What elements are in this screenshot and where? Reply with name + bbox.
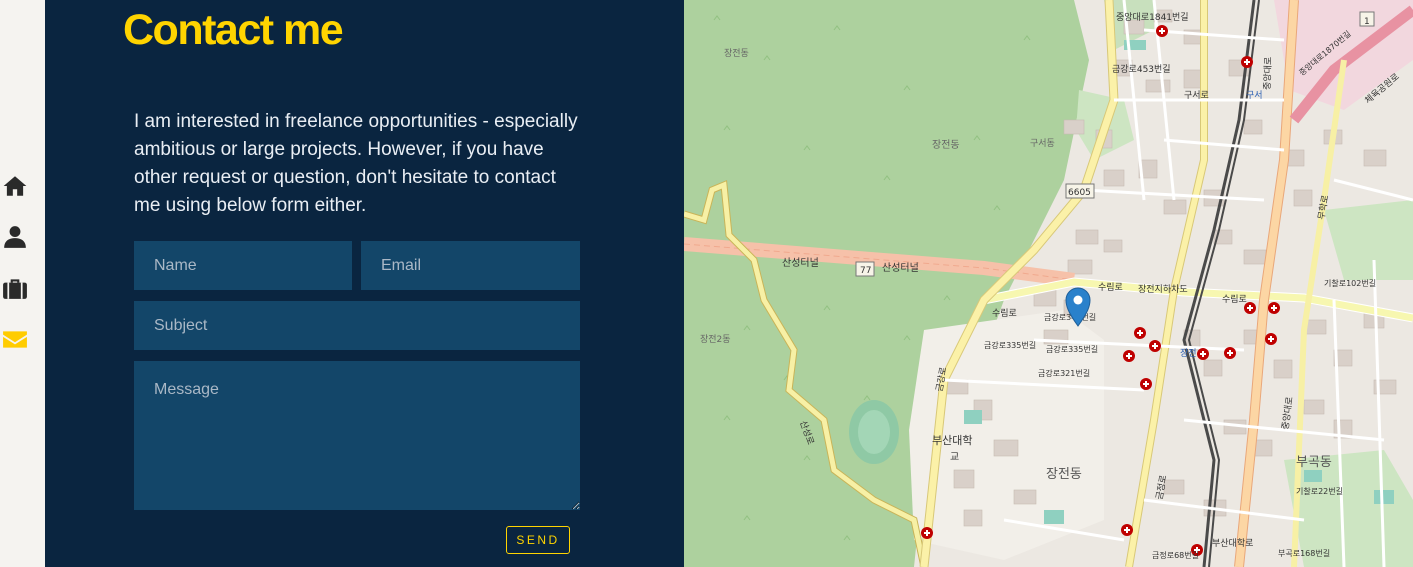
map-label: 수림로 [992, 307, 1017, 319]
map-label: 부곡로168번길 [1278, 549, 1330, 558]
map-label: 중앙대로1841번길 [1116, 11, 1189, 23]
contact-intro: I am interested in freelance opportuniti… [134, 111, 578, 216]
map-label: 산성터널 [782, 257, 819, 269]
map-label: 장전2동 [700, 334, 731, 345]
map-label: 장전 [1180, 348, 1197, 359]
map-canvas[interactable]: 중앙대로1841번길 금강로453번길 구서로 구서 구서동 장전동 장전동 산… [684, 0, 1413, 567]
map-label: 기찰로102번길 [1324, 278, 1376, 288]
map-label: 부산대학 [932, 434, 972, 447]
map-label: 1 [1364, 17, 1370, 27]
home-icon [3, 176, 27, 196]
map-label: 교 [950, 452, 959, 463]
sidebar-item-about[interactable] [0, 222, 30, 252]
sidebar-item-portfolio[interactable] [0, 273, 30, 303]
map-label: 금정로68번길 [1152, 550, 1199, 560]
map-label: 장전동 [932, 139, 960, 151]
name-field[interactable] [134, 241, 352, 290]
map-label: 금강로335번길 [984, 340, 1036, 350]
map-label: 금강로335번길 [1046, 344, 1098, 354]
send-button[interactable]: SEND [506, 526, 570, 554]
user-icon [4, 226, 26, 248]
map-label: 구서로 [1184, 90, 1209, 101]
subject-field[interactable] [134, 301, 580, 350]
message-field[interactable] [134, 361, 580, 510]
envelope-icon [3, 331, 27, 348]
map-label: 77 [860, 266, 871, 276]
map-label: 금강로453번길 [1112, 64, 1171, 75]
sidebar-nav [0, 0, 45, 567]
map-label: 부산대학로 [1212, 538, 1253, 549]
page-title: Contact me [123, 6, 344, 54]
map-label: 부곡동 [1296, 455, 1332, 470]
contact-panel: Contact me I am interested in freelance … [45, 0, 684, 567]
map-label: 장전동 [1046, 467, 1082, 482]
map-label: 6605 [1068, 188, 1091, 198]
briefcase-icon [3, 279, 27, 299]
email-field[interactable] [361, 241, 580, 290]
map-label: 장전지하차도 [1138, 283, 1188, 295]
sidebar-item-contact[interactable] [0, 324, 30, 354]
map-label: 금강로321번길 [1038, 368, 1090, 378]
map-label: 구서 [1246, 90, 1263, 101]
map-label: 구서동 [1030, 138, 1055, 149]
map-label: 장전동 [724, 48, 749, 59]
location-map[interactable]: 중앙대로1841번길 금강로453번길 구서로 구서 구서동 장전동 장전동 산… [684, 0, 1413, 567]
map-label: 수림로 [1222, 293, 1247, 305]
sidebar-item-home[interactable] [0, 171, 30, 201]
map-label: 산성터널 [882, 262, 919, 274]
map-label: 기찰로22번길 [1296, 486, 1343, 496]
map-label: 수림로 [1098, 281, 1123, 293]
